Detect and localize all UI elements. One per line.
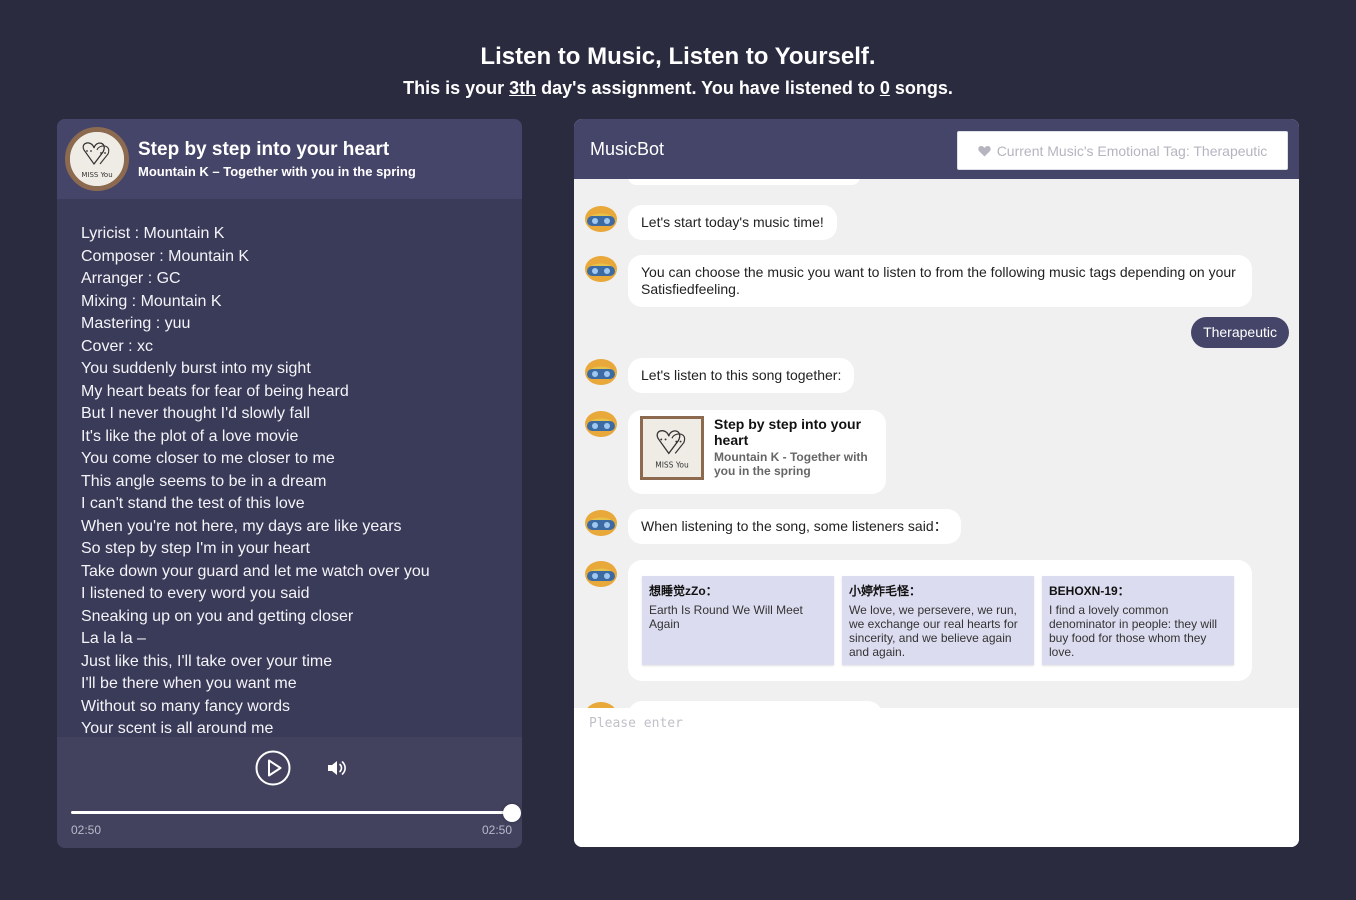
bot-message: When listening to the song, some listene… — [584, 509, 961, 544]
chat-panel: MusicBot Current Music's Emotional Tag: … — [574, 119, 1299, 847]
bot-avatar-icon — [585, 206, 617, 232]
message-bubble: Let's start today's music time! — [628, 205, 837, 240]
lyric-line: I'll be there when you want me — [81, 675, 297, 692]
lyric-line: Cover : xc — [81, 337, 154, 355]
song-meta: Step by step into your heart Mountain K … — [138, 138, 416, 181]
assignment-status: This is your 3th day's assignment. You h… — [403, 78, 953, 98]
message-bubble-partial — [628, 179, 860, 185]
lyric-line: Sneaking up on you and getting closer — [81, 607, 354, 625]
listener-comment: BEHOXN-19： I find a lovely common denomi… — [1042, 576, 1234, 665]
emotional-tag-button[interactable]: Current Music's Emotional Tag: Therapeut… — [957, 131, 1288, 170]
lyric-line: Take down your guard and let me watch ov… — [81, 562, 430, 580]
comment-user: BEHOXN-19： — [1049, 584, 1130, 598]
lyric-line: But I never thought I'd slowly fall — [81, 405, 310, 422]
comment-text: I find a lovely common denominator in pe… — [1049, 603, 1218, 659]
lyric-line: So step by step I'm in your heart — [81, 540, 310, 557]
song-card-artist: Mountain K - Together with you in the sp… — [714, 450, 868, 478]
page-title: Listen to Music, Listen to Yourself. — [480, 43, 876, 70]
bot-message: Let's listen to this song together: — [584, 358, 855, 393]
comment-text: Earth Is Round We Will Meet Again — [649, 603, 803, 631]
lyric-line: Mastering : yuu — [81, 315, 191, 332]
day-number: 3th — [509, 78, 537, 98]
comment-user: 小婷炸毛怪： — [849, 584, 922, 598]
lyric-line: My heart beats for fear of being heard — [81, 382, 349, 400]
lyric-line: You suddenly burst into my sight — [81, 360, 311, 377]
lyrics-panel[interactable]: Lyricist : Mountain K Composer : Mountain… — [57, 199, 522, 737]
volume-icon[interactable] — [327, 759, 347, 777]
song-card[interactable]: MISS You Step by step into your heart Mo… — [628, 410, 886, 494]
message-bubble: When listening to the song, some listene… — [628, 509, 961, 544]
lyric-line: Composer : Mountain K — [81, 247, 250, 265]
bot-message: You can choose the music you want to lis… — [584, 255, 1252, 307]
user-message: Therapeutic — [1191, 317, 1289, 348]
song-card-title: Step by step into your heart — [714, 416, 862, 448]
lyric-line: I listened to every word you said — [81, 585, 310, 602]
bot-avatar-icon — [585, 411, 617, 437]
bot-avatar-icon — [587, 702, 615, 708]
music-player: MISS You Step by step into your heart Mo… — [57, 119, 522, 848]
message-list[interactable]: Let's start today's music time! You can … — [574, 179, 1299, 708]
bot-message: MISS You Step by step into your heart Mo… — [584, 410, 886, 494]
lyric-line: Without so many fancy words — [81, 697, 290, 715]
listener-comment: 想睡觉zZo： Earth Is Round We Will Meet Agai… — [642, 576, 834, 665]
emotional-tag-label: Current Music's Emotional Tag: Therapeut… — [996, 142, 1268, 159]
total-time: 02:50 — [481, 823, 512, 837]
lyric-line: Lyricist : Mountain K — [81, 225, 225, 242]
chat-title: MusicBot — [590, 139, 665, 159]
message-bubble-partial — [628, 701, 882, 708]
chat-input[interactable] — [574, 708, 1299, 847]
lyric-line: This angle seems to be in a dream — [81, 472, 327, 490]
comments-bubble: 想睡觉zZo： Earth Is Round We Will Meet Agai… — [628, 560, 1252, 681]
lyric-line: You come closer to me closer to me — [81, 450, 335, 467]
bot-avatar-icon — [585, 510, 617, 536]
message-bubble: Let's listen to this song together: — [628, 358, 855, 393]
songs-count: 0 — [879, 78, 890, 98]
message-bubble: You can choose the music you want to lis… — [628, 255, 1252, 307]
chat-header: MusicBot Current Music's Emotional Tag: … — [574, 119, 1299, 179]
lyric-line: Mixing : Mountain K — [81, 292, 222, 310]
song-title: Step by step into your heart — [138, 138, 390, 160]
song-card-text: Step by step into your heart Mountain K … — [714, 416, 874, 480]
heart-icon — [978, 145, 991, 156]
album-cover: MISS You — [65, 127, 129, 191]
player-header: MISS You Step by step into your heart Mo… — [57, 119, 522, 199]
progress-thumb[interactable] — [503, 804, 521, 822]
current-time: 02:50 — [71, 823, 102, 837]
lyric-line: La la la – — [81, 630, 146, 647]
comment-text: We love, we persevere, we run, we exchan… — [849, 603, 1018, 659]
heart-doodle-icon: MISS You — [643, 419, 701, 477]
player-controls — [57, 737, 522, 848]
bot-avatar-icon — [585, 561, 617, 587]
listener-comment: 小婷炸毛怪： We love, we persevere, we run, we… — [842, 576, 1034, 665]
page-header: Listen to Music, Listen to Yourself. Thi… — [0, 42, 1356, 102]
song-artist: Mountain K – Together with you in the sp… — [138, 163, 416, 179]
song-card-cover: MISS You — [640, 416, 704, 480]
lyric-line: I can't stand the test of this love — [81, 495, 305, 512]
bot-message: 想睡觉zZo： Earth Is Round We Will Meet Agai… — [584, 560, 1252, 681]
heart-doodle-icon: MISS You — [70, 132, 124, 186]
svg-text:MISS You: MISS You — [655, 460, 689, 469]
comment-user: 想睡觉zZo： — [649, 584, 718, 598]
lyric-line: When you're not here, my days are like y… — [81, 517, 402, 535]
lyric-line: Arranger : GC — [81, 270, 181, 287]
lyric-line: Your scent is all around me — [81, 720, 274, 737]
lyric-line: Just like this, I'll take over your time — [81, 652, 333, 670]
svg-text:MISS You: MISS You — [81, 171, 112, 179]
bot-avatar-icon — [585, 256, 617, 282]
lyric-line: It's like the plot of a love movie — [81, 427, 299, 445]
bot-message-partial — [584, 701, 882, 708]
progress-track[interactable] — [71, 811, 512, 814]
message-partial — [584, 179, 860, 185]
bot-avatar-icon — [585, 359, 617, 385]
bot-message: Let's start today's music time! — [584, 205, 837, 240]
play-button[interactable] — [255, 750, 291, 786]
